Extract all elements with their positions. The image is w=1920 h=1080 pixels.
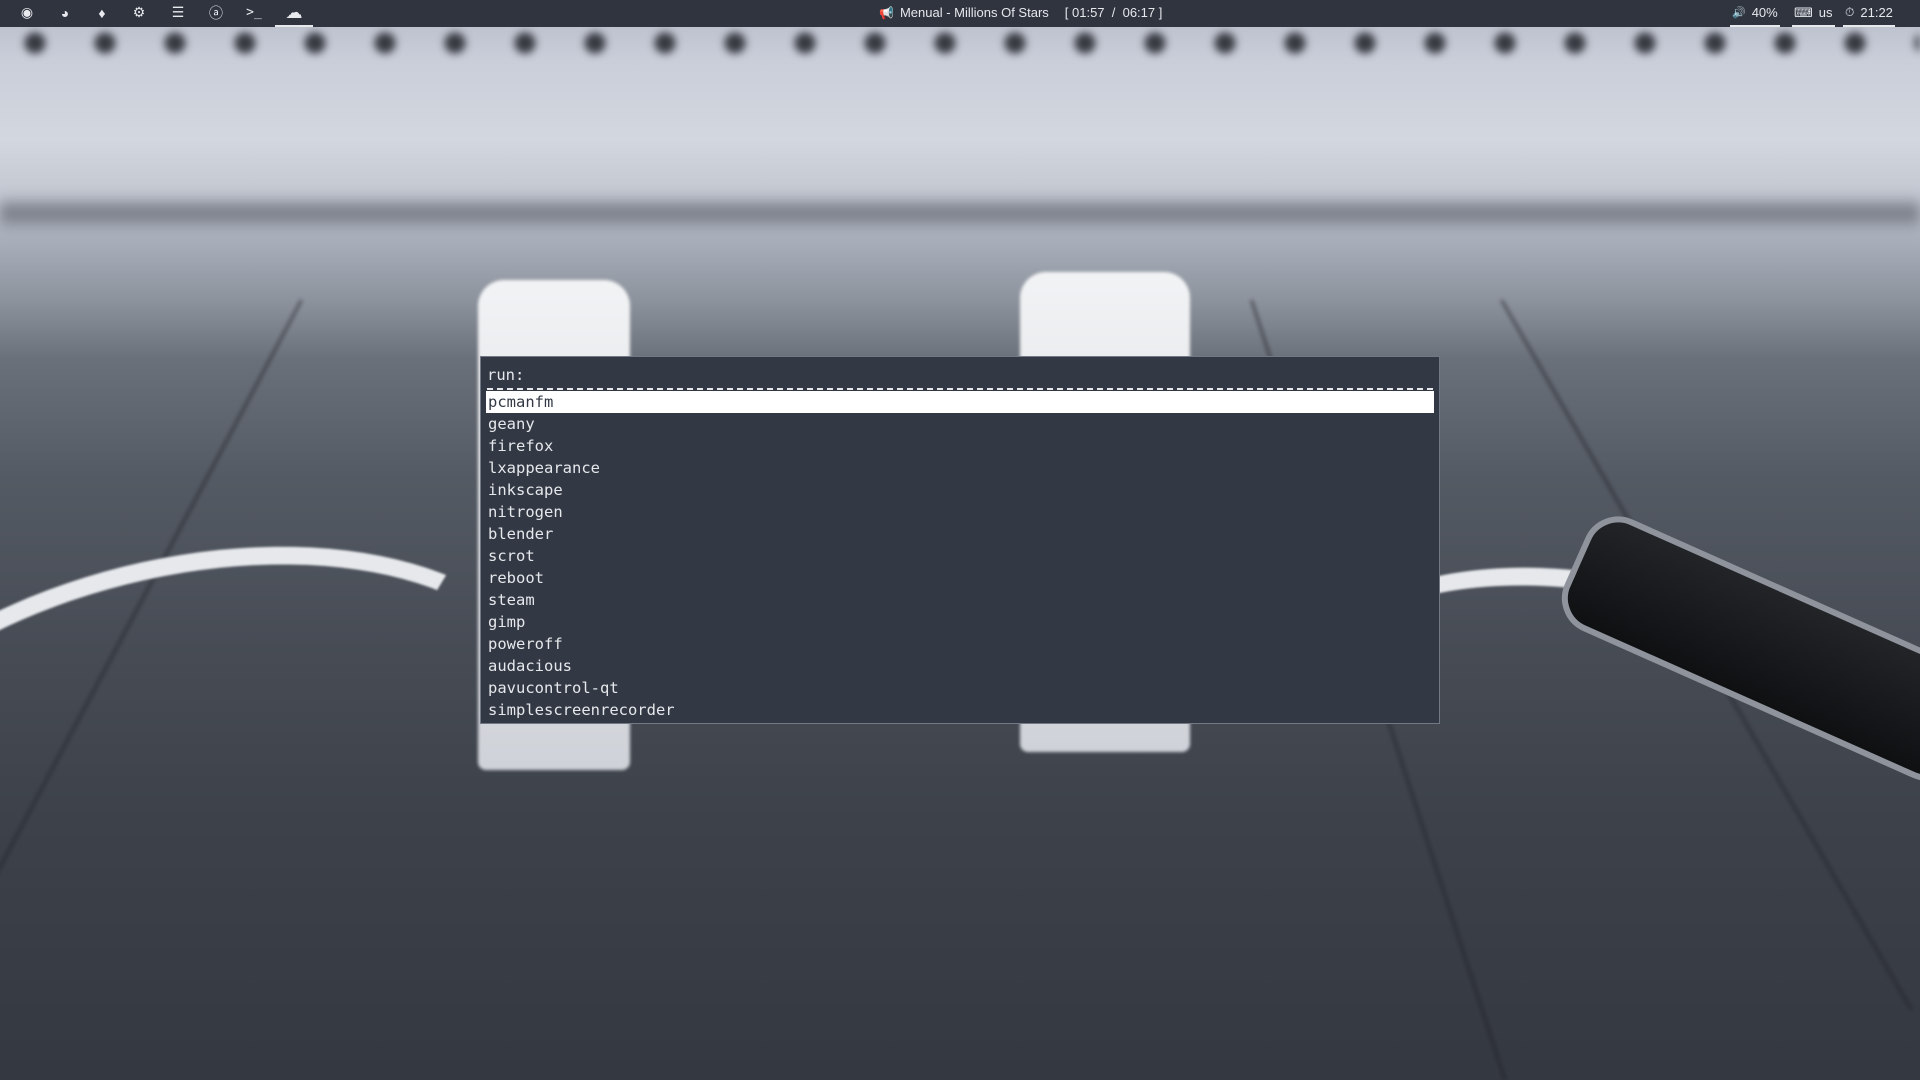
keyboard-icon: ⌨: [1794, 4, 1813, 20]
launcher-icon[interactable]: ◉: [10, 0, 44, 25]
clock-icon: ⏱: [1845, 5, 1855, 19]
result-item[interactable]: gimp: [486, 611, 1434, 633]
result-item[interactable]: pavucontrol-qt: [486, 677, 1434, 699]
result-item[interactable]: simplescreenrecorder: [486, 699, 1434, 721]
speaker-icon: 🔊: [1732, 7, 1746, 19]
volume-indicator[interactable]: 🔊 40%: [1730, 0, 1780, 27]
result-item[interactable]: pcmanfm: [486, 391, 1434, 413]
result-item[interactable]: inkscape: [486, 479, 1434, 501]
result-item[interactable]: nitrogen: [486, 501, 1434, 523]
prompt-label: run:: [487, 366, 525, 384]
keyboard-layout: us: [1818, 5, 1833, 20]
run-input[interactable]: [530, 364, 1433, 386]
megaphone-icon: 📢: [879, 5, 894, 20]
now-playing-track: Menual - Millions Of Stars: [899, 5, 1049, 20]
results-list: pcmanfm geany firefox lxappearance inkscape n…: [486, 391, 1434, 721]
result-item[interactable]: steam: [486, 589, 1434, 611]
result-item[interactable]: blender: [486, 523, 1434, 545]
wallpaper-shelf: [0, 195, 1920, 231]
keyboard-layout-indicator[interactable]: ⌨ us: [1792, 0, 1835, 27]
clock-time: 21:22: [1860, 5, 1893, 20]
flame-icon[interactable]: ♦: [85, 0, 119, 25]
result-item[interactable]: reboot: [486, 567, 1434, 589]
result-item[interactable]: poweroff: [486, 633, 1434, 655]
prompt-row: run:: [487, 362, 1433, 388]
volume-value: 40%: [1751, 5, 1778, 20]
now-playing-time: [ 01:57 / 06:17 ]: [1064, 5, 1163, 20]
result-item[interactable]: geany: [486, 413, 1434, 435]
result-item[interactable]: scrot: [486, 545, 1434, 567]
result-item[interactable]: firefox: [486, 435, 1434, 457]
now-playing[interactable]: 📢 Menual - Millions Of Stars [ 01:57 / 0…: [879, 0, 1162, 25]
desktop: ◉ ◕ ♦ ⚙ ☰ ⓐ >_ ☁ 📢 Menual - Millions Of …: [0, 0, 1920, 1080]
clock[interactable]: ⏱ 21:22: [1843, 0, 1895, 27]
browser-icon[interactable]: ◕: [48, 0, 82, 25]
run-launcher: run: pcmanfm geany firefox lxappearance inks…: [480, 356, 1440, 724]
circle-a-icon[interactable]: ⓐ: [199, 0, 233, 25]
result-item[interactable]: audacious: [486, 655, 1434, 677]
separator: [487, 388, 1433, 390]
wallpaper-blur-dots: [0, 26, 1920, 60]
settings-icon[interactable]: ⚙: [122, 0, 156, 25]
top-bar: ◉ ◕ ♦ ⚙ ☰ ⓐ >_ ☁ 📢 Menual - Millions Of …: [0, 0, 1920, 27]
cloud-icon[interactable]: ☁: [275, 0, 313, 27]
terminal-icon[interactable]: >_: [237, 0, 271, 25]
result-item[interactable]: lxappearance: [486, 457, 1434, 479]
list-icon[interactable]: ☰: [161, 0, 195, 25]
